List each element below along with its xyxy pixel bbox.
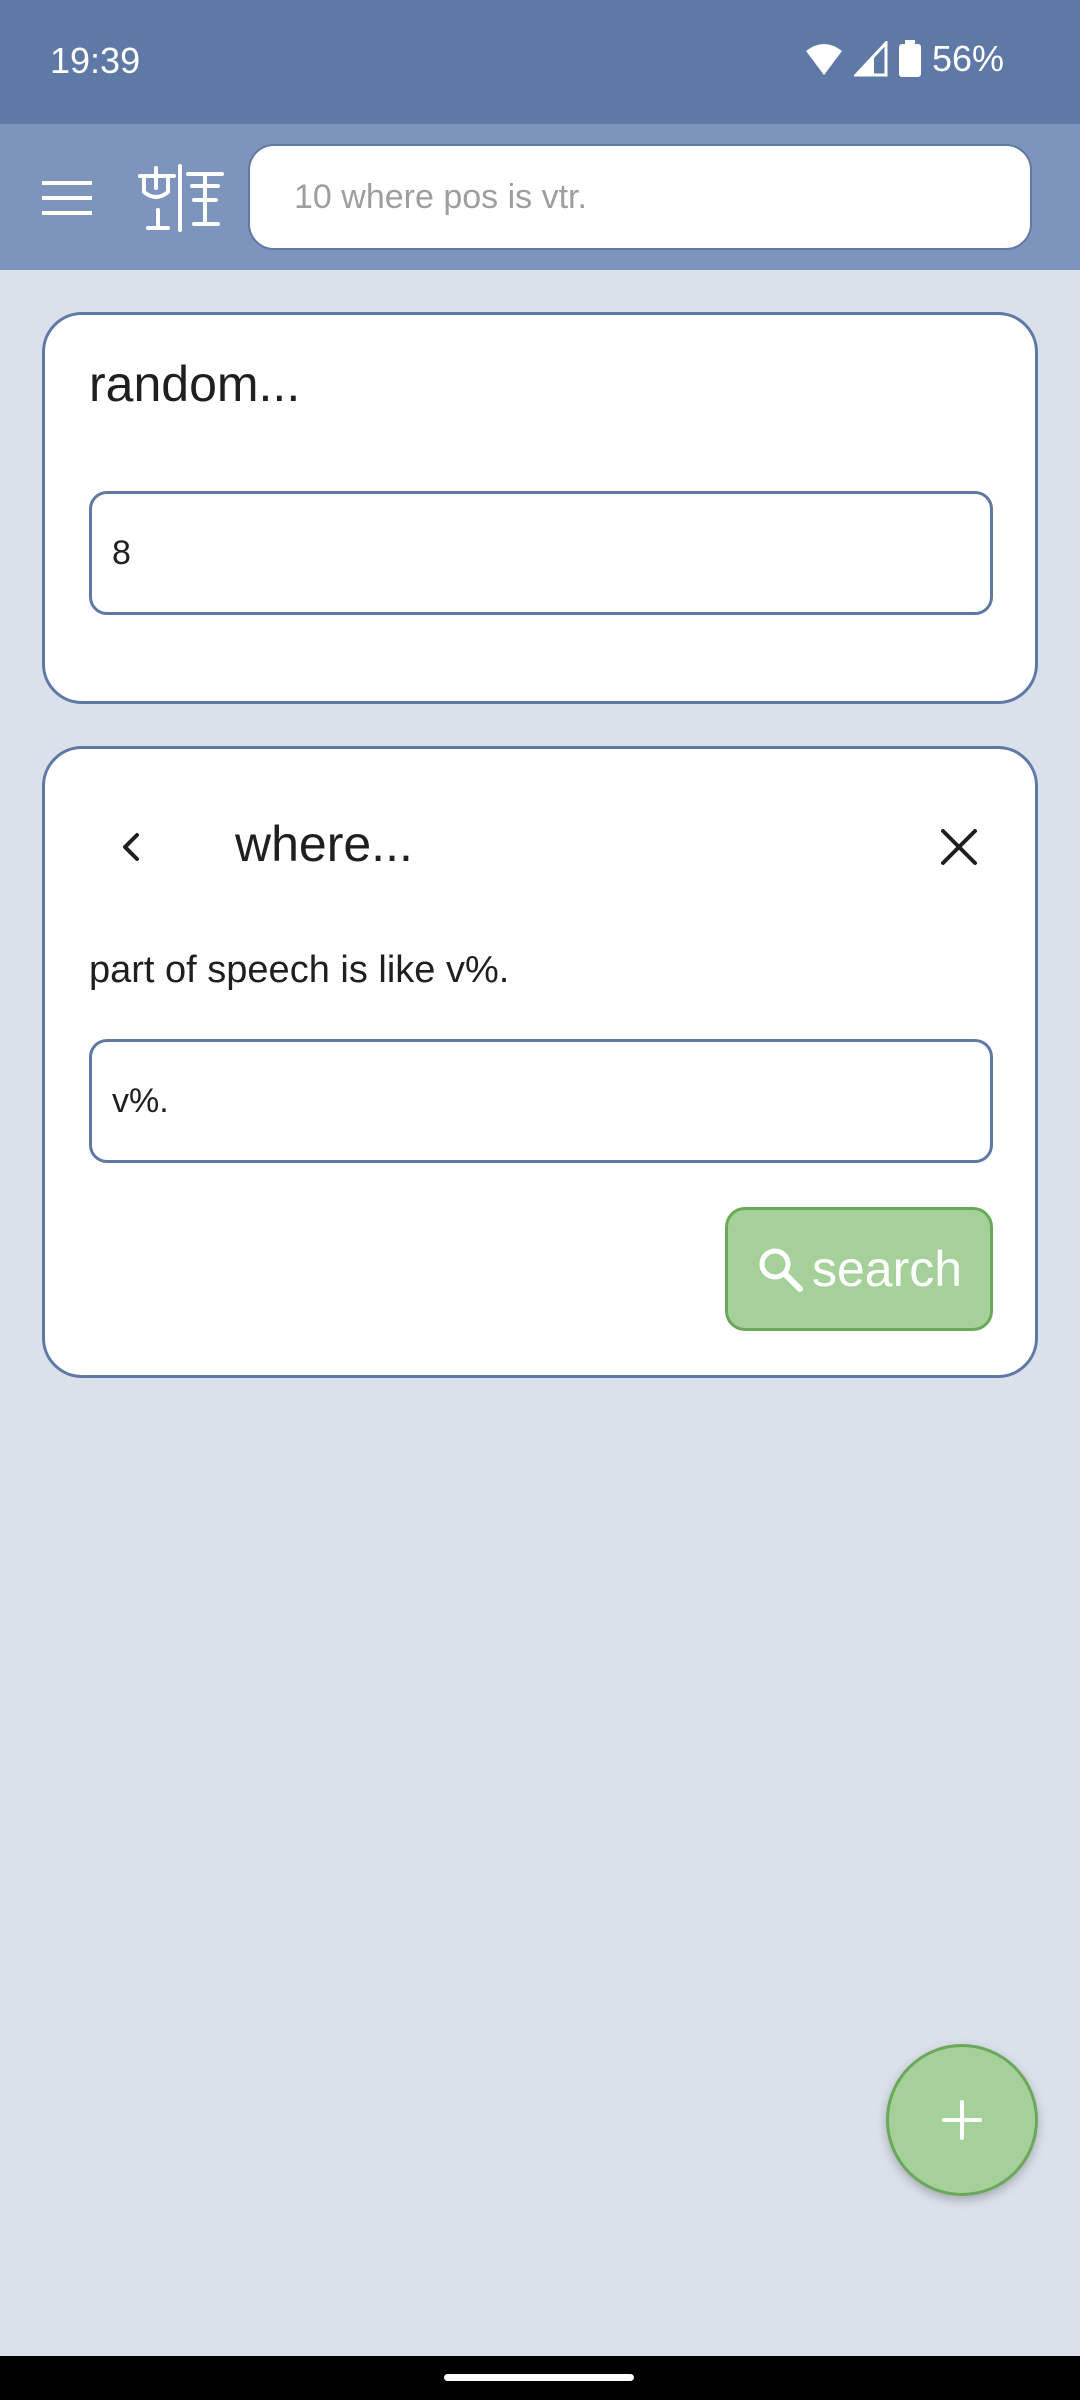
app-bar — [0, 124, 1080, 270]
battery-percent: 56% — [931, 38, 1004, 79]
status-indicators: 56% — [804, 38, 1004, 80]
where-card: where... part of speech is like v%. sear… — [42, 746, 1038, 1378]
plus-icon — [942, 2100, 982, 2140]
status-time: 19:39 — [50, 40, 141, 81]
add-button[interactable] — [886, 2044, 1038, 2196]
close-icon[interactable] — [929, 817, 989, 877]
back-icon[interactable] — [103, 817, 163, 877]
random-count-input[interactable] — [110, 532, 972, 574]
query-search-bar[interactable] — [248, 144, 1032, 250]
condition-description: part of speech is like v%. — [89, 949, 510, 991]
query-search-input[interactable] — [292, 176, 988, 218]
menu-icon[interactable] — [42, 179, 92, 217]
search-button-label: search — [811, 1241, 963, 1297]
signal-icon — [853, 41, 888, 77]
where-card-title: where... — [235, 816, 413, 872]
pattern-input[interactable] — [110, 1080, 972, 1122]
system-nav-bar — [0, 2356, 1080, 2400]
scale-logo-icon — [138, 164, 224, 232]
wifi-icon — [805, 44, 842, 75]
random-card: random... — [42, 312, 1038, 704]
home-handle[interactable] — [444, 2374, 634, 2381]
search-button[interactable]: search — [725, 1207, 993, 1331]
status-bar: 19:39 56% — [0, 0, 1080, 124]
magnifier-icon — [759, 1248, 803, 1292]
random-count-field[interactable] — [89, 491, 993, 615]
battery-icon — [898, 40, 921, 77]
random-card-title: random... — [89, 356, 301, 412]
pattern-field[interactable] — [89, 1039, 993, 1163]
